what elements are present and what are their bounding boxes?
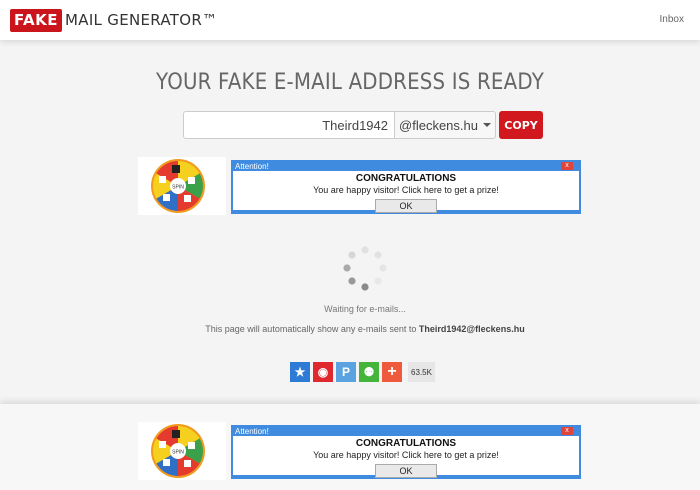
popup-body[interactable]: CONGRATULATIONS You are happy visitor! C… — [233, 171, 579, 213]
email-address-form: @fleckens.hu COPY — [183, 111, 543, 139]
popup-title-bar: Attention! x — [233, 427, 579, 436]
attention-popup[interactable]: Attention! x CONGRATULATIONS You are hap… — [231, 160, 581, 214]
page-title: YOUR FAKE E-MAIL ADDRESS IS READY — [156, 70, 544, 95]
inbox-link[interactable]: Inbox — [660, 14, 684, 25]
congrats-heading: CONGRATULATIONS — [355, 173, 457, 184]
star-share-icon[interactable]: ★ — [290, 362, 310, 382]
ok-button[interactable]: OK — [375, 464, 437, 478]
prize-message[interactable]: You are happy visitor! Click here to get… — [233, 184, 579, 196]
share-bar: ★ ◉ P ⚉ + 63.5K — [290, 362, 435, 382]
popup-title-bar: Attention! x — [233, 162, 579, 171]
weibo-icon[interactable]: ◉ — [313, 362, 333, 382]
logo-fake-box: FAKE — [10, 8, 63, 32]
plus-icon[interactable]: + — [382, 362, 402, 382]
email-name-input[interactable] — [183, 111, 395, 139]
autoshow-text: This page will automatically show any e-… — [205, 324, 419, 334]
share-count: 63.5K — [408, 362, 435, 382]
prize-wheel-image[interactable]: SPIN — [138, 157, 226, 215]
popup-body[interactable]: CONGRATULATIONS You are happy visitor! C… — [233, 436, 579, 478]
close-icon[interactable]: x — [561, 162, 573, 170]
ok-button[interactable]: OK — [375, 199, 437, 213]
attention-popup[interactable]: Attention! x CONGRATULATIONS You are hap… — [231, 425, 581, 479]
top-navbar: FAKE MAIL GENERATOR™ Inbox — [0, 0, 700, 40]
waiting-status: Waiting for e-mails... — [324, 304, 406, 314]
domain-dropdown[interactable]: @fleckens.hu — [395, 111, 496, 139]
caret-down-icon — [482, 123, 491, 127]
copy-button[interactable]: COPY — [499, 111, 543, 139]
congrats-heading: CONGRATULATIONS — [355, 438, 457, 449]
popup-title: Attention! — [235, 162, 269, 171]
close-icon[interactable]: x — [561, 427, 573, 435]
ad-banner-top[interactable]: SPIN Attention! x CONGRATULATIONS You ar… — [138, 157, 588, 215]
current-address: Theird1942@fleckens.hu — [418, 324, 525, 334]
ad-banner-bottom[interactable]: SPIN Attention! x CONGRATULATIONS You ar… — [138, 422, 588, 480]
logo-text: MAIL GENERATOR™ — [65, 11, 218, 29]
wechat-icon[interactable]: ⚉ — [359, 362, 379, 382]
site-logo[interactable]: FAKE MAIL GENERATOR™ — [10, 8, 217, 32]
prize-message[interactable]: You are happy visitor! Click here to get… — [233, 449, 579, 461]
popup-title: Attention! — [235, 427, 269, 436]
spin-label: SPIN — [172, 450, 184, 456]
pinyin-icon[interactable]: P — [336, 362, 356, 382]
domain-label: @fleckens.hu — [399, 117, 478, 133]
autoshow-note: This page will automatically show any e-… — [0, 324, 700, 334]
loading-spinner-icon — [336, 242, 396, 297]
spin-label: SPIN — [172, 185, 184, 191]
prize-wheel-image[interactable]: SPIN — [138, 422, 226, 480]
